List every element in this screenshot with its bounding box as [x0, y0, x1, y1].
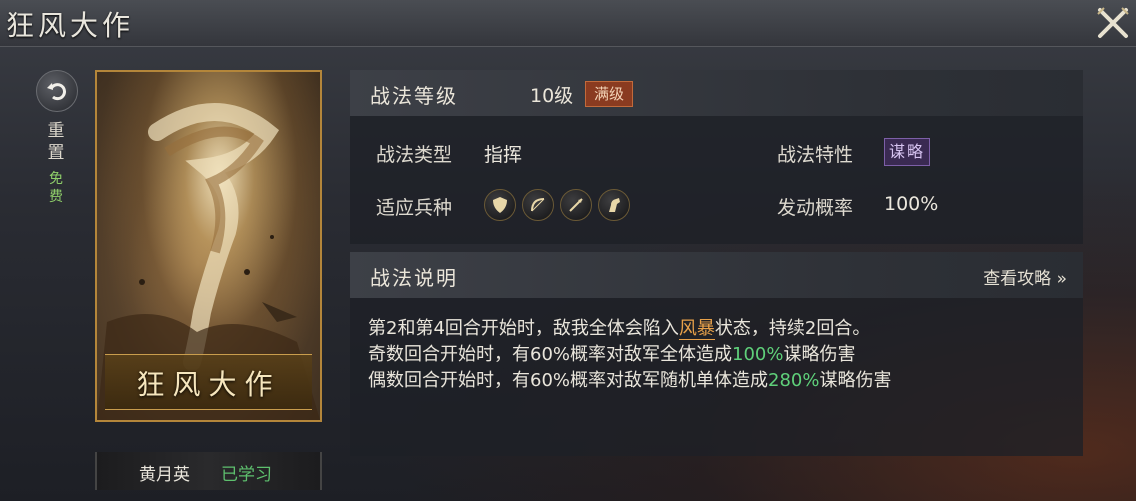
- type-value: 指挥: [484, 144, 523, 166]
- troops-label: 适应兵种: [376, 197, 453, 219]
- close-icon: [1097, 7, 1129, 38]
- description-line: 奇数回合开始时，有60%概率对敌军全体造成100%谋略伤害: [368, 344, 856, 365]
- owner-name: 黄月英: [139, 465, 190, 485]
- spear-icon: [560, 189, 592, 221]
- storm-keyword[interactable]: 风暴: [678, 318, 715, 340]
- level-panel-header: 战法等级 10级 满级: [350, 70, 1083, 116]
- reset-label[interactable]: 重 置: [36, 120, 76, 164]
- card-name: 狂风大作: [136, 368, 281, 401]
- description-panel: 战法说明 查看攻略 » 第2和第4回合开始时，敌我全体会陷入风暴状态，持续2回合…: [350, 252, 1083, 456]
- close-button[interactable]: [1094, 4, 1132, 42]
- bow-icon: [522, 189, 554, 221]
- reset-button[interactable]: [36, 70, 78, 112]
- title-bar: 狂风大作: [0, 0, 1136, 47]
- skill-card: 狂风大作: [95, 70, 322, 422]
- level-value: 10级: [530, 85, 574, 107]
- card-name-plate: 狂风大作: [105, 354, 312, 410]
- horse-icon: [598, 189, 630, 221]
- max-level-badge: 满级: [585, 81, 634, 107]
- undo-icon: [47, 83, 66, 101]
- type-label: 战法类型: [376, 144, 453, 166]
- view-guide-link[interactable]: 查看攻略 »: [983, 264, 1067, 289]
- description-line: 第2和第4回合开始时，敌我全体会陷入风暴状态，持续2回合。: [368, 318, 871, 340]
- description-title: 战法说明: [370, 266, 458, 290]
- level-panel: 战法等级 10级 满级 战法类型 指挥 战法特性 谋略 适应兵种 发动概率 10…: [350, 70, 1083, 244]
- skill-description: 第2和第4回合开始时，敌我全体会陷入风暴状态，持续2回合。 奇数回合开始时，有6…: [368, 316, 891, 394]
- learned-status: 已学习: [221, 465, 272, 485]
- rate-label: 发动概率: [777, 197, 854, 219]
- reset-column: 重 置 免 费: [36, 70, 78, 206]
- description-panel-header: 战法说明 查看攻略 »: [350, 252, 1083, 298]
- owner-bar: 黄月英 已学习: [95, 452, 322, 490]
- trait-badge: 谋略: [884, 138, 931, 166]
- rate-value: 100%: [884, 193, 939, 215]
- shield-icon: [484, 189, 516, 221]
- free-label: 免 费: [49, 171, 63, 205]
- window-title: 狂风大作: [6, 9, 135, 42]
- description-line: 偶数回合开始时，有60%概率对敌军随机单体造成280%谋略伤害: [368, 370, 892, 391]
- level-title: 战法等级: [370, 84, 458, 108]
- trait-label: 战法特性: [777, 144, 854, 166]
